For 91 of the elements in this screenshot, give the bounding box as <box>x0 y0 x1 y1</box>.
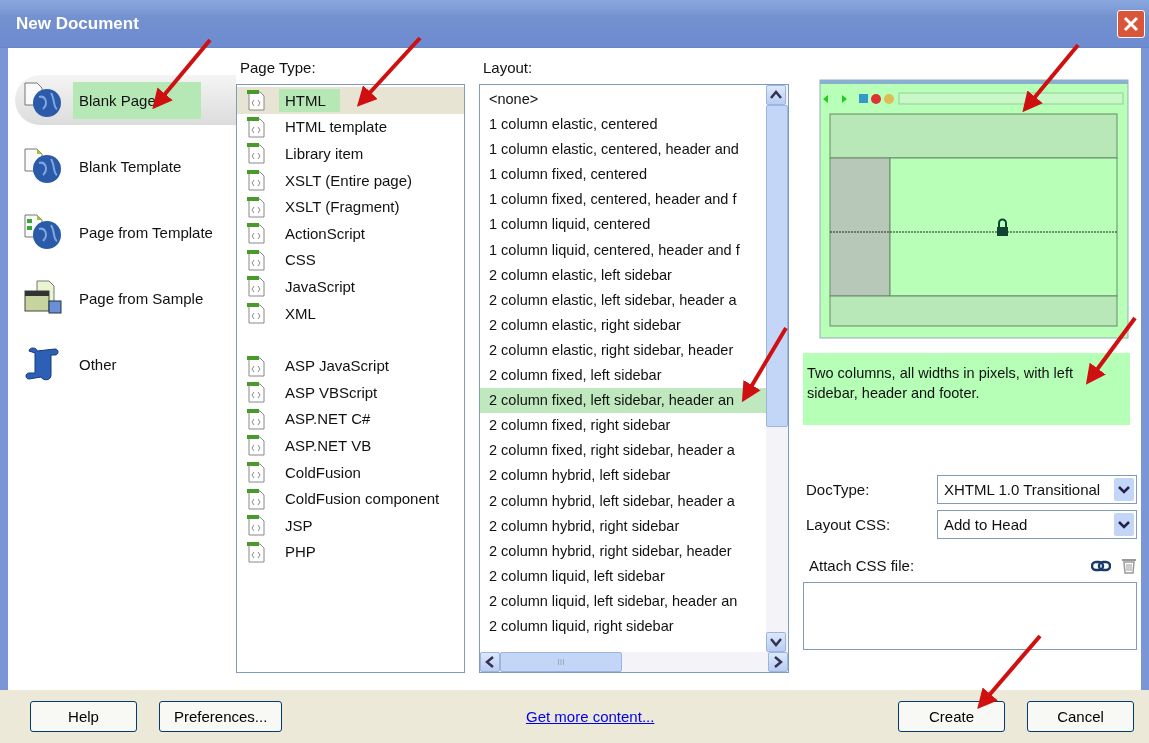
file-icon <box>245 487 267 510</box>
chevron-down-icon <box>1118 520 1130 529</box>
layout-item[interactable]: 2 column fixed, right sidebar <box>480 413 766 439</box>
layout-css-label: Layout CSS: <box>805 516 892 533</box>
file-icon <box>245 142 267 165</box>
layout-item[interactable]: 2 column fixed, left sidebar, header an <box>480 388 766 414</box>
chevron-down-icon <box>1118 485 1130 494</box>
page-type-item[interactable]: ColdFusion component <box>237 485 464 512</box>
page-type-item[interactable]: HTML <box>237 87 464 114</box>
close-icon <box>1122 14 1140 33</box>
file-icon <box>245 169 267 192</box>
page-globe-icon <box>23 213 63 251</box>
layout-item[interactable]: 2 column elastic, left sidebar, header a <box>480 287 766 313</box>
close-button[interactable] <box>1117 9 1145 38</box>
file-icon <box>245 354 267 377</box>
scroll-grip: III <box>557 657 565 667</box>
doctype-dropdown[interactable]: XHTML 1.0 Transitional <box>937 475 1137 504</box>
page-type-item[interactable]: JavaScript <box>237 273 464 300</box>
layout-item[interactable]: 2 column elastic, right sidebar <box>480 312 766 338</box>
page-type-item[interactable]: ASP VBScript <box>237 378 464 406</box>
layout-item[interactable]: 1 column fixed, centered, header and f <box>480 187 766 213</box>
page-type-item[interactable]: ASP JavaScript <box>237 352 464 379</box>
page-type-item[interactable]: Library item <box>237 140 464 167</box>
file-icon <box>245 461 267 483</box>
sample-page-icon <box>23 279 63 317</box>
arrow-annotation <box>1085 316 1137 385</box>
layout-item[interactable]: 2 column hybrid, right sidebar, header <box>480 538 766 564</box>
link-icon[interactable] <box>1091 559 1111 572</box>
layout-item[interactable]: 2 column fixed, left sidebar <box>480 363 766 389</box>
page-globe-icon <box>23 147 63 185</box>
layout-item[interactable]: 2 column liquid, left sidebar <box>480 563 766 589</box>
attach-css-label: Attach CSS file: <box>809 557 916 574</box>
file-icon <box>245 89 267 112</box>
file-icon <box>245 381 267 404</box>
arrow-annotation <box>356 36 422 107</box>
file-icon <box>245 407 267 430</box>
doctype-label: DocType: <box>805 481 871 498</box>
file-icon <box>245 434 267 457</box>
page-type-item[interactable]: HTML template <box>237 113 464 141</box>
layout-item[interactable]: 1 column liquid, centered, header and f <box>480 237 766 263</box>
category-item[interactable]: Page from Sample <box>15 273 236 323</box>
layout-item[interactable]: 2 column elastic, right sidebar, header <box>480 337 766 364</box>
layout-description: Two columns, all widths in pixels, with left sidebar, header and footer. <box>803 353 1130 425</box>
page-type-item[interactable]: PHP <box>237 538 464 566</box>
layout-item[interactable]: 2 column hybrid, left sidebar <box>480 463 766 489</box>
vertical-scrollbar[interactable] <box>766 85 788 652</box>
page-type-item[interactable]: CSS <box>237 246 464 274</box>
file-icon <box>245 540 267 563</box>
page-type-item[interactable]: XML <box>237 299 464 327</box>
page-globe-icon <box>23 81 63 119</box>
dialog-button[interactable]: Create <box>898 701 1005 732</box>
layout-item[interactable]: 1 column elastic, centered <box>480 112 766 138</box>
arrow-annotation <box>1022 43 1080 113</box>
file-icon <box>245 222 267 245</box>
layout-item[interactable]: 2 column liquid, left sidebar, header an <box>480 588 766 614</box>
page-type-item[interactable]: XSLT (Entire page) <box>237 166 464 194</box>
layout-item[interactable]: 1 column liquid, centered <box>480 212 766 238</box>
page-type-item[interactable]: ColdFusion <box>237 458 464 486</box>
get-more-content-link[interactable]: Get more content... <box>526 708 655 725</box>
file-icon <box>245 302 267 325</box>
category-item[interactable]: Blank Page <box>15 75 236 125</box>
page-type-item[interactable]: ASP.NET VB <box>237 432 464 459</box>
layout-item[interactable]: 2 column hybrid, right sidebar <box>480 513 766 539</box>
page-type-item[interactable]: JSP <box>237 511 464 539</box>
dialog-button[interactable]: Cancel <box>1027 701 1134 732</box>
category-item[interactable]: Blank Template <box>15 141 236 191</box>
file-icon <box>245 248 267 271</box>
layout-item[interactable]: 1 column elastic, centered, header and <box>480 137 766 163</box>
layout-css-dropdown[interactable]: Add to Head <box>937 510 1137 539</box>
trash-icon[interactable] <box>1121 557 1137 574</box>
file-icon <box>245 195 267 218</box>
attached-css-list[interactable] <box>803 582 1137 650</box>
page-type-item[interactable]: XSLT (Fragment) <box>237 193 464 220</box>
category-item[interactable]: Other <box>15 339 236 389</box>
file-icon <box>245 115 267 138</box>
layout-item[interactable]: 2 column hybrid, left sidebar, header a <box>480 488 766 514</box>
category-item[interactable]: Page from Template <box>15 207 236 257</box>
dialog-button[interactable]: Preferences... <box>159 701 283 732</box>
page-type-item[interactable]: ASP.NET C# <box>237 405 464 433</box>
page-type-label: Page Type: <box>239 57 317 78</box>
layout-item[interactable]: 2 column elastic, left sidebar <box>480 262 766 288</box>
layout-item[interactable]: 1 column fixed, centered <box>480 162 766 188</box>
file-icon <box>245 275 267 298</box>
dialog-button[interactable]: Help <box>30 701 137 732</box>
file-icon <box>245 514 267 537</box>
layout-item[interactable]: 2 column liquid, right sidebar <box>480 613 766 640</box>
layout-item[interactable]: 2 column fixed, right sidebar, header a <box>480 438 766 464</box>
window-title: New Document <box>16 13 139 34</box>
page-type-item[interactable]: ActionScript <box>237 219 464 247</box>
layout-item[interactable]: <none> <box>480 87 766 113</box>
layout-label: Layout: <box>482 57 534 78</box>
